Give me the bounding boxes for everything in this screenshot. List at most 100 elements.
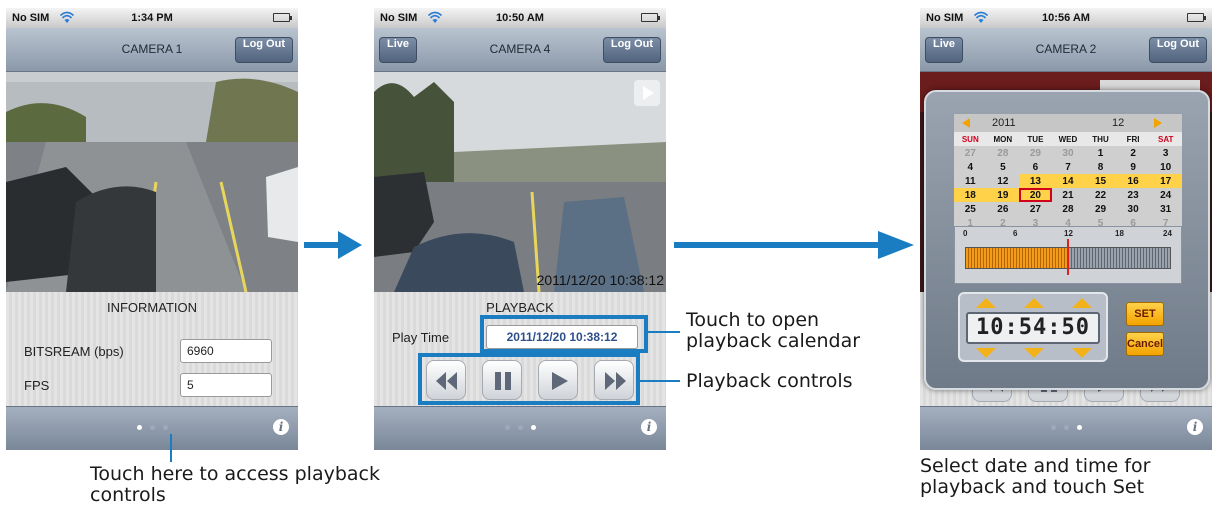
battery-icon (641, 13, 660, 22)
second-down-icon[interactable] (1072, 348, 1092, 358)
calendar-day[interactable]: 12 (987, 174, 1020, 188)
battery-icon (273, 13, 292, 22)
page-dot[interactable] (149, 425, 155, 430)
page-dot[interactable] (504, 425, 510, 430)
page-dot[interactable] (1050, 425, 1056, 430)
calendar-year: 2011 (992, 117, 1016, 129)
calendar-day: 27 (964, 147, 976, 159)
calendar-day[interactable]: 22 (1084, 188, 1117, 202)
page-dot[interactable] (136, 425, 142, 430)
weekday-label: MON (986, 132, 1020, 146)
calendar-day[interactable]: 24 (1149, 188, 1182, 202)
calendar-day[interactable]: 5 (987, 160, 1020, 174)
minute-up-icon[interactable] (1024, 298, 1044, 308)
status-bar: No SIM 1:34 PM (6, 8, 298, 28)
time-picker: 10:54:50 (958, 292, 1108, 362)
battery-icon (1187, 13, 1206, 22)
camera-video-feed[interactable] (6, 72, 298, 292)
page-dot[interactable] (1063, 425, 1069, 430)
callout-access-playback: Touch here to access playback controls (90, 463, 380, 506)
page-dot[interactable] (530, 425, 536, 430)
info-icon[interactable]: i (1187, 419, 1203, 435)
calendar-grid: SUN MON TUE WED THU FRI SAT 27 28 29 30 (954, 132, 1182, 230)
page-indicator[interactable] (6, 425, 298, 430)
calendar-day[interactable]: 28 (1052, 202, 1085, 216)
page-dot[interactable] (162, 425, 168, 430)
prev-month-icon[interactable] (962, 118, 970, 128)
callout-select-date: Select date and time for playback and to… (920, 455, 1151, 498)
calendar: 2011 12 SUN MON TUE WED THU FRI SAT 27 2… (954, 114, 1182, 230)
calendar-day[interactable]: 4 (954, 160, 987, 174)
next-month-icon[interactable] (1154, 118, 1162, 128)
timeline-handle[interactable] (1067, 239, 1069, 275)
set-button[interactable]: SET (1126, 302, 1164, 326)
camera-video-feed[interactable]: 2011/12/20 10:38:12 (374, 72, 666, 292)
calendar-day[interactable]: 14 (1051, 174, 1085, 188)
hour-value: 10 (976, 315, 1005, 340)
time-slider[interactable]: 0 6 12 18 24 (954, 226, 1182, 284)
logout-button[interactable]: Log Out (1148, 37, 1207, 63)
calendar-day[interactable]: 8 (1084, 160, 1117, 174)
logout-button[interactable]: Log Out (234, 37, 293, 63)
calendar-day[interactable]: 29 (1084, 202, 1117, 216)
calendar-day-selected[interactable]: 20 (1019, 188, 1052, 202)
callout-line (170, 434, 172, 462)
calendar-day[interactable]: 26 (987, 202, 1020, 216)
calendar-day[interactable]: 6 (1019, 160, 1052, 174)
calendar-day[interactable]: 3 (1149, 146, 1182, 160)
calendar-month: 12 (1112, 117, 1125, 129)
status-time: 10:56 AM (1042, 12, 1090, 24)
calendar-day[interactable]: 13 (1019, 174, 1052, 188)
page-dot[interactable] (517, 425, 523, 430)
calendar-day[interactable]: 10 (1149, 160, 1182, 174)
arrow-right-icon (674, 231, 914, 259)
bottom-toolbar: i (374, 406, 666, 450)
calendar-day[interactable]: 15 (1084, 174, 1117, 188)
unrecorded-segment (1069, 248, 1170, 268)
calendar-day[interactable]: 25 (954, 202, 987, 216)
hour-up-icon[interactable] (976, 298, 996, 308)
timeline-tick: 24 (1163, 229, 1172, 238)
second-value: 50 (1061, 315, 1090, 340)
info-icon[interactable]: i (641, 419, 657, 435)
calendar-day[interactable]: 2 (1117, 146, 1150, 160)
minute-down-icon[interactable] (1024, 348, 1044, 358)
calendar-day[interactable]: 16 (1116, 174, 1150, 188)
second-up-icon[interactable] (1072, 298, 1092, 308)
weekday-label: SUN (954, 132, 987, 146)
weekday-label: THU (1084, 132, 1117, 146)
calendar-day[interactable]: 27 (1019, 202, 1052, 216)
calendar-day[interactable]: 7 (1052, 160, 1085, 174)
callout-playback-controls: Playback controls (686, 370, 853, 392)
weekday-label: FRI (1116, 132, 1150, 146)
bottom-toolbar: i (920, 406, 1212, 450)
information-panel: INFORMATION BITSREAM (bps) 6960 FPS 5 (6, 292, 298, 406)
page-dot[interactable] (1076, 425, 1082, 430)
bitrate-label: BITSREAM (bps) (24, 344, 124, 359)
time-separator: : (1047, 315, 1062, 340)
calendar-day[interactable]: 18 (954, 188, 987, 202)
calendar-day[interactable]: 17 (1149, 174, 1182, 188)
video-timestamp: 2011/12/20 10:38:12 (536, 272, 664, 288)
calendar-day[interactable]: 1 (1084, 146, 1117, 160)
page-indicator[interactable] (374, 425, 666, 430)
calendar-day: 29 (1029, 147, 1041, 159)
logout-button[interactable]: Log Out (602, 37, 661, 63)
calendar-day[interactable]: 21 (1052, 188, 1085, 202)
play-overlay-button[interactable] (634, 80, 660, 106)
live-button[interactable]: Live (925, 37, 964, 63)
calendar-day[interactable]: 19 (986, 188, 1020, 202)
calendar-day[interactable]: 31 (1149, 202, 1182, 216)
calendar-day[interactable]: 11 (954, 174, 987, 188)
calendar-day[interactable]: 30 (1117, 202, 1150, 216)
timeline-tick: 18 (1115, 229, 1124, 238)
cancel-button[interactable]: Cancel (1126, 332, 1164, 356)
page-indicator[interactable] (920, 425, 1212, 430)
nav-bar: CAMERA 1 Log Out (6, 28, 298, 72)
hour-down-icon[interactable] (976, 348, 996, 358)
live-button[interactable]: Live (379, 37, 418, 63)
info-icon[interactable]: i (273, 419, 289, 435)
weekday-label: WED (1051, 132, 1085, 146)
calendar-day[interactable]: 9 (1117, 160, 1150, 174)
calendar-day[interactable]: 23 (1117, 188, 1150, 202)
